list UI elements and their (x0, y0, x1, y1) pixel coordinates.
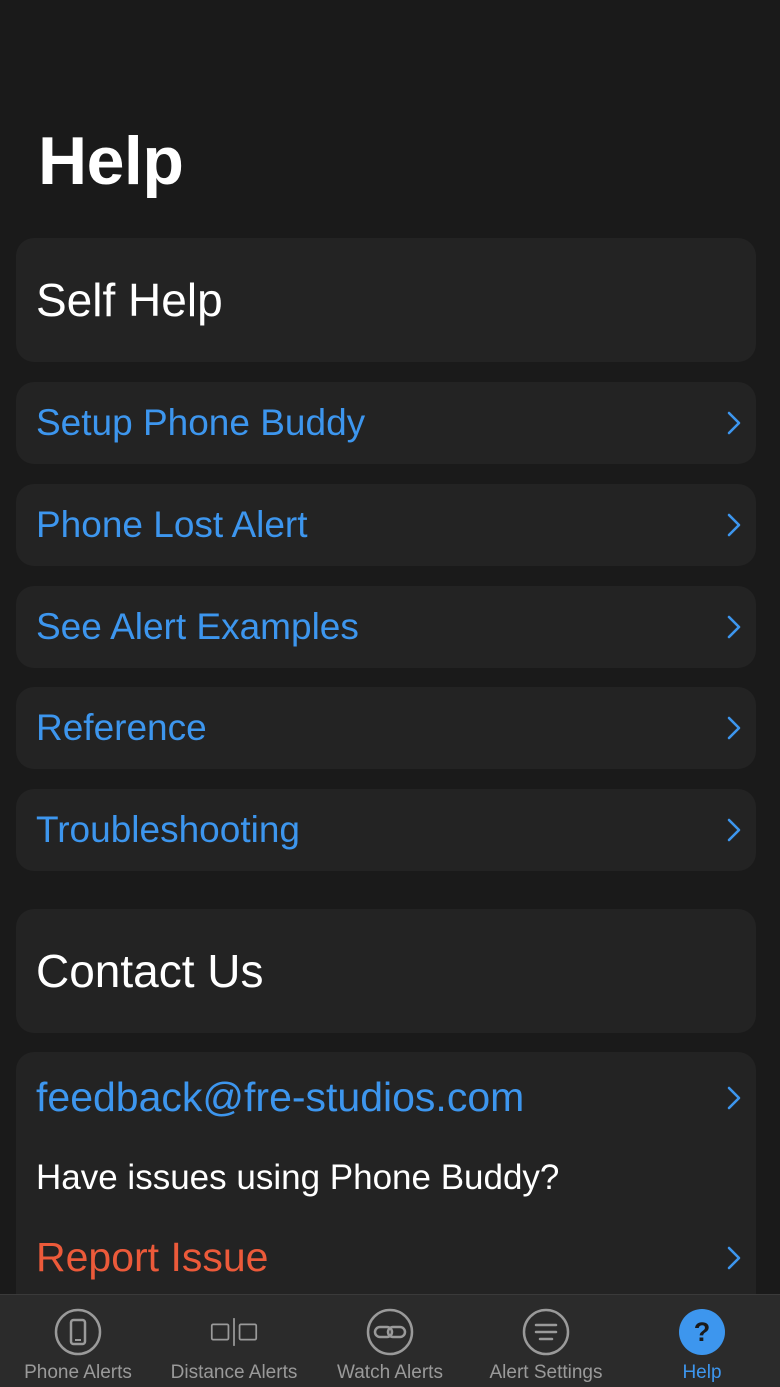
svg-text:?: ? (694, 1317, 711, 1347)
tab-label: Alert Settings (489, 1362, 603, 1383)
contact-card: feedback@fre-studios.com Have issues usi… (16, 1052, 756, 1312)
self-help-section-header: Self Help (16, 238, 756, 362)
tab-label: Watch Alerts (337, 1362, 443, 1383)
tab-label: Help (682, 1362, 722, 1383)
email-row[interactable]: feedback@fre-studios.com (36, 1074, 742, 1121)
issue-prompt-row: Have issues using Phone Buddy? (36, 1158, 742, 1198)
chevron-right-icon (726, 715, 742, 741)
help-screen: Help Self Help Setup Phone Buddy Phone L… (0, 0, 780, 1387)
row-label: See Alert Examples (36, 606, 359, 647)
tab-distance-alerts[interactable]: Distance Alerts (156, 1295, 312, 1387)
distance-icon (209, 1307, 259, 1357)
tab-bar: Phone Alerts Distance Alerts Watch Alert… (0, 1294, 780, 1387)
tab-label: Distance Alerts (170, 1362, 298, 1383)
chevron-right-icon (726, 1085, 742, 1111)
row-label: Phone Lost Alert (36, 504, 308, 545)
see-alert-examples-row[interactable]: See Alert Examples (16, 586, 756, 668)
chevron-right-icon (726, 817, 742, 843)
row-label: Reference (36, 707, 207, 748)
help-icon: ? (677, 1307, 727, 1357)
chevron-right-icon (726, 614, 742, 640)
contact-us-title: Contact Us (36, 945, 264, 997)
tab-watch-alerts[interactable]: Watch Alerts (312, 1295, 468, 1387)
phone-lost-alert-row[interactable]: Phone Lost Alert (16, 484, 756, 566)
chevron-right-icon (726, 410, 742, 436)
troubleshooting-row[interactable]: Troubleshooting (16, 789, 756, 871)
self-help-title: Self Help (36, 274, 223, 326)
report-issue-row[interactable]: Report Issue (36, 1234, 742, 1281)
reference-row[interactable]: Reference (16, 687, 756, 769)
tab-alert-settings[interactable]: Alert Settings (468, 1295, 624, 1387)
page-title: Help (38, 123, 184, 199)
issue-prompt-text: Have issues using Phone Buddy? (36, 1158, 560, 1197)
settings-list-icon (521, 1307, 571, 1357)
chevron-right-icon (726, 1245, 742, 1271)
setup-phone-buddy-row[interactable]: Setup Phone Buddy (16, 382, 756, 464)
link-icon (365, 1307, 415, 1357)
report-issue-button[interactable]: Report Issue (36, 1234, 268, 1281)
tab-label: Phone Alerts (24, 1362, 132, 1383)
feedback-email-link[interactable]: feedback@fre-studios.com (36, 1074, 524, 1121)
tab-phone-alerts[interactable]: Phone Alerts (0, 1295, 156, 1387)
row-label: Setup Phone Buddy (36, 402, 366, 443)
phone-icon (53, 1307, 103, 1357)
row-label: Troubleshooting (36, 809, 300, 850)
contact-us-section-header: Contact Us (16, 909, 756, 1033)
tab-help[interactable]: ? Help (624, 1295, 780, 1387)
chevron-right-icon (726, 512, 742, 538)
